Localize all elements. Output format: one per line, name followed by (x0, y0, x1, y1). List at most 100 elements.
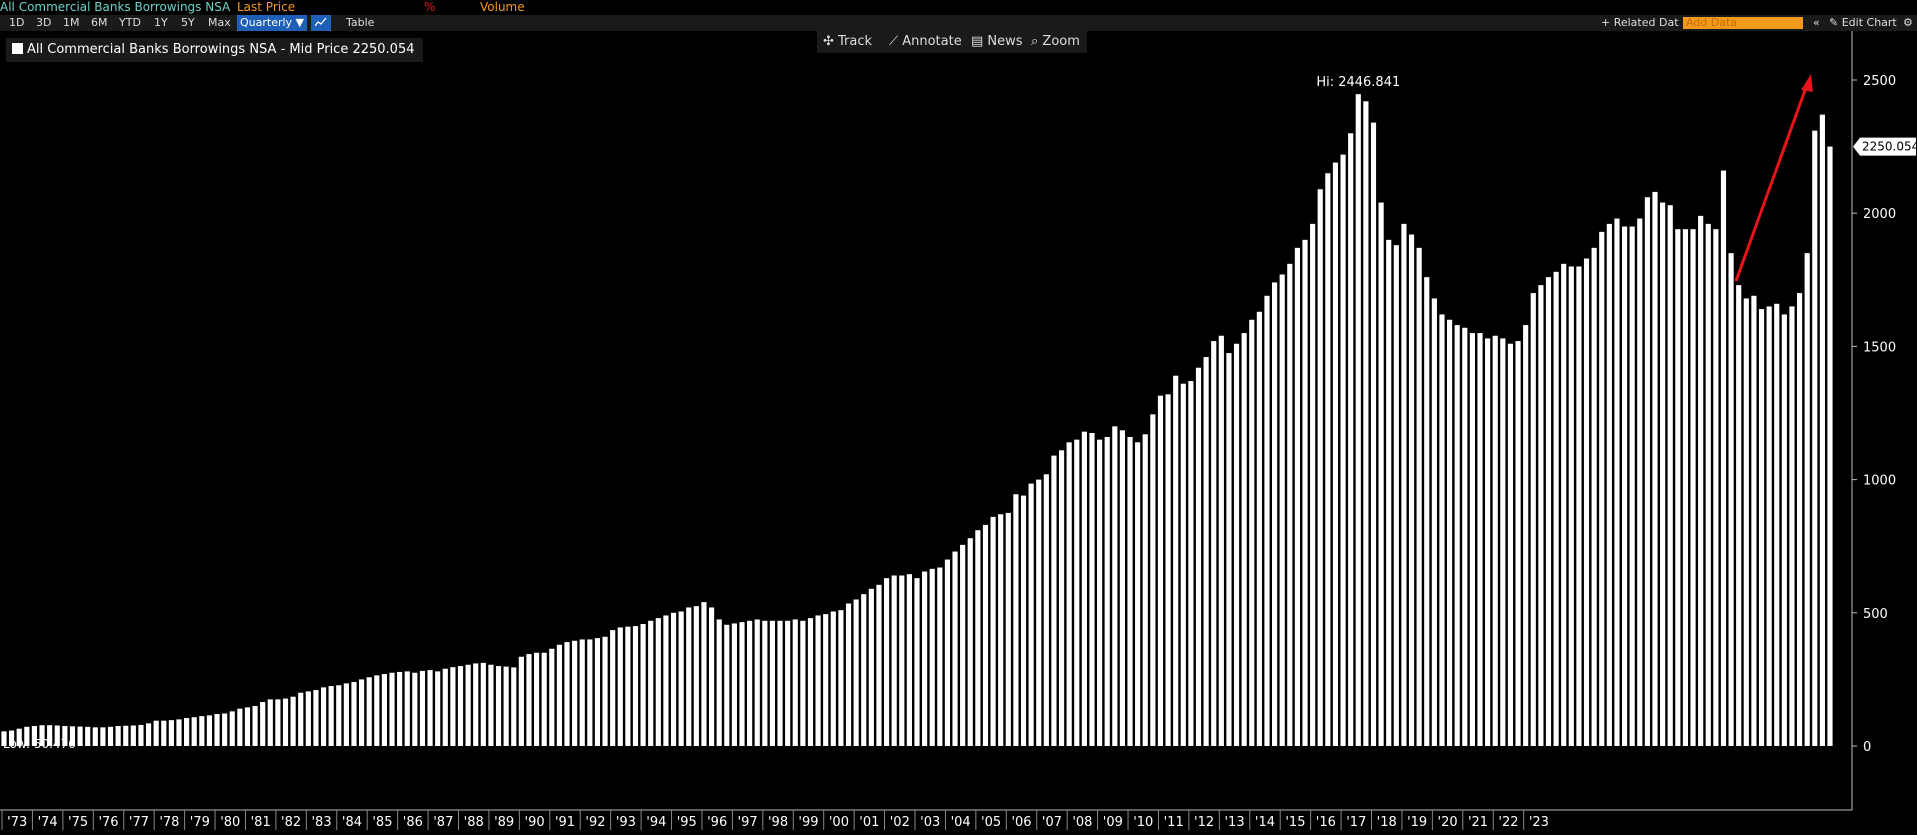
bar (549, 648, 555, 746)
bar (731, 623, 737, 746)
bar (1112, 426, 1118, 746)
bar (1477, 333, 1483, 746)
bar (800, 620, 806, 746)
bar (1165, 394, 1171, 746)
x-tick-label: '08 (1072, 815, 1092, 830)
x-tick-label: '92 (585, 815, 605, 830)
bar (785, 620, 791, 746)
bar (1256, 311, 1262, 746)
x-tick-label: '85 (372, 815, 392, 830)
bar (1507, 343, 1514, 746)
bar (359, 679, 365, 746)
bar (389, 672, 395, 746)
x-tick-label: '05 (981, 815, 1001, 830)
bar-series (1, 94, 1833, 747)
bar (655, 618, 661, 746)
bar (952, 551, 958, 746)
bar (123, 725, 129, 746)
bar (1561, 263, 1567, 746)
bar (1766, 306, 1772, 746)
bar (1264, 295, 1270, 746)
x-tick-label: '91 (555, 815, 575, 830)
x-tick-label: '04 (951, 815, 971, 830)
bar (168, 720, 174, 746)
last-value-marker: 2250.054 (1853, 137, 1917, 156)
bar (1097, 439, 1103, 746)
last-value-label: 2250.054 (1862, 140, 1917, 154)
bar (1545, 277, 1552, 746)
bar (1173, 375, 1179, 746)
bar (1568, 266, 1574, 746)
bar (1447, 319, 1453, 746)
x-tick-label: '89 (494, 815, 514, 830)
bar (541, 652, 547, 746)
y-tick-label: 2000 (1863, 207, 1896, 222)
bar (1652, 191, 1658, 746)
bar (1005, 512, 1011, 746)
bar (1310, 223, 1316, 747)
x-tick-label: '93 (616, 815, 636, 830)
bar (1469, 333, 1475, 746)
bar (1819, 114, 1825, 746)
bar (982, 524, 989, 746)
bar (1621, 226, 1628, 746)
bar (708, 607, 715, 746)
bar (1036, 479, 1042, 746)
bar (374, 675, 380, 746)
bar (184, 718, 190, 746)
bar (503, 666, 509, 746)
bar-chart[interactable]: 05001000150020002500 '73'74'75'76'77'78 '… (0, 0, 1917, 835)
bar (1424, 277, 1430, 746)
bar (1606, 223, 1612, 747)
bar (716, 619, 722, 746)
bar (1348, 133, 1354, 746)
bar (1294, 247, 1300, 746)
bar (1431, 298, 1437, 746)
bar (1211, 341, 1217, 746)
bar (1462, 327, 1468, 746)
x-tick-label: '07 (1042, 815, 1062, 830)
bar (1698, 215, 1704, 747)
bar (564, 642, 570, 746)
bar (1195, 367, 1202, 746)
bar (161, 720, 167, 746)
bar (1804, 253, 1810, 746)
bar (1736, 285, 1742, 746)
bar (107, 726, 114, 746)
x-tick-label: '21 (1468, 815, 1488, 830)
bar (1789, 306, 1795, 746)
bar (1667, 205, 1673, 746)
hi-label: Hi: 2446.841 (1316, 75, 1400, 90)
x-tick-label: '97 (738, 815, 758, 830)
bar (1682, 229, 1689, 746)
x-tick-label: '01 (859, 815, 879, 830)
bar (1553, 271, 1559, 746)
bar (176, 719, 182, 746)
bar (1363, 101, 1369, 746)
bar (998, 514, 1004, 746)
bar (473, 663, 479, 746)
bar (275, 699, 281, 746)
bar (465, 664, 471, 746)
bar (1774, 303, 1780, 746)
bar (1043, 474, 1049, 746)
x-tick-label: '22 (1498, 815, 1518, 830)
bar (1249, 319, 1255, 746)
x-tick-label: '90 (525, 815, 545, 830)
bar (115, 726, 121, 746)
bar (191, 717, 197, 746)
bar (754, 619, 760, 746)
x-axis: '73 '74 '75 '76 '77 '78 '79 '80 '81 '82 '83 '84 '85 '… (0, 809, 1852, 830)
bar (1530, 293, 1536, 746)
bar (1743, 298, 1749, 746)
y-tick-label: 500 (1863, 607, 1888, 622)
bar (1523, 325, 1529, 746)
bar (1325, 173, 1331, 747)
x-tick-label: '99 (798, 815, 818, 830)
x-tick-label: '13 (1224, 815, 1244, 830)
bar (1188, 381, 1194, 746)
x-tick-label: '00 (829, 815, 849, 830)
bar (769, 620, 776, 746)
bar (1302, 239, 1308, 746)
bar (100, 727, 106, 746)
